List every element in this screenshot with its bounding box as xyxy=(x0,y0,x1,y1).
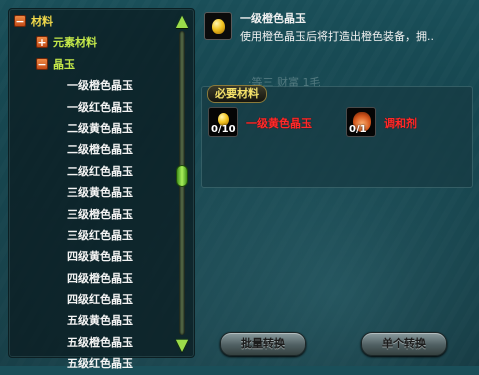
tree-item-leaf[interactable]: 二级橙色晶玉 xyxy=(9,139,174,160)
tree-item-label: 晶玉 xyxy=(53,57,75,71)
tree-item-label: 一级红色晶玉 xyxy=(67,100,133,114)
item-description: 使用橙色晶玉后将打造出橙色装备，拥.. xyxy=(240,30,434,43)
material-slot[interactable]: 0/10 xyxy=(208,107,238,137)
tree-item-leaf[interactable]: 一级橙色晶玉 xyxy=(9,75,174,96)
tree-item-leaf[interactable]: 三级橙色晶玉 xyxy=(9,204,174,225)
batch-convert-button[interactable]: 批量转换 xyxy=(220,332,306,356)
tree-item-leaf[interactable]: 四级黄色晶玉 xyxy=(9,246,174,267)
tree-item-label: 五级红色晶玉 xyxy=(67,357,133,371)
material-slot[interactable]: 0/1 xyxy=(346,107,376,137)
tree-item-leaf[interactable]: 三级红色晶玉 xyxy=(9,225,174,246)
tree-item-leaf[interactable]: 五级橙色晶玉 xyxy=(9,332,174,353)
tree-item-label: 二级红色晶玉 xyxy=(67,164,133,178)
expand-icon[interactable]: + xyxy=(36,36,48,49)
material-count: 0/1 xyxy=(349,124,367,135)
required-materials-title: 必要材料 xyxy=(207,85,267,103)
tree-item-leaf[interactable]: 二级红色晶玉 xyxy=(9,161,174,182)
item-icon-slot xyxy=(204,12,232,40)
tree-item-crystal-jade[interactable]: − 晶玉 xyxy=(9,54,174,75)
tree-item-leaf[interactable]: 五级黄色晶玉 xyxy=(9,310,174,331)
tree-item-materials[interactable]: − 材料 xyxy=(9,11,174,32)
tree-item-label: 一级橙色晶玉 xyxy=(67,79,133,93)
scroll-up-arrow-icon[interactable]: ▲ xyxy=(173,13,191,29)
tree-item-leaf[interactable]: 四级红色晶玉 xyxy=(9,289,174,310)
item-tree-panel: − 材料 + 元素材料 − 晶玉 一级橙色晶玉 一级红色晶玉 二级黄色晶玉 二级… xyxy=(8,8,195,370)
tree-item-label: 材料 xyxy=(31,15,53,28)
tree-item-label: 四级橙色晶玉 xyxy=(67,271,133,285)
orange-gem-icon xyxy=(212,19,225,34)
scroll-thumb[interactable] xyxy=(176,165,188,187)
tree-item-element-materials[interactable]: + 元素材料 xyxy=(9,32,174,53)
tree-item-label: 三级红色晶玉 xyxy=(67,228,133,242)
tree-item-leaf[interactable]: 二级黄色晶玉 xyxy=(9,118,174,139)
tree-item-label: 五级黄色晶玉 xyxy=(67,314,133,328)
collapse-icon[interactable]: − xyxy=(36,57,48,70)
material-name: 一级黄色晶玉 xyxy=(246,117,312,130)
material-name: 调和剂 xyxy=(384,117,417,130)
item-tree: − 材料 + 元素材料 − 晶玉 一级橙色晶玉 一级红色晶玉 二级黄色晶玉 二级… xyxy=(9,11,174,375)
tree-item-label: 元素材料 xyxy=(53,36,97,50)
tree-item-label: 三级黄色晶玉 xyxy=(67,186,133,200)
tree-scrollbar[interactable]: ▲ ▼ xyxy=(173,13,191,353)
item-detail-header: 一级橙色晶玉 使用橙色晶玉后将打造出橙色装备，拥.. xyxy=(200,8,472,48)
tree-item-leaf[interactable]: 三级黄色晶玉 xyxy=(9,182,174,203)
item-name: 一级橙色晶玉 xyxy=(240,12,306,25)
tree-item-label: 五级橙色晶玉 xyxy=(67,335,133,349)
tree-item-label: 四级红色晶玉 xyxy=(67,293,133,307)
tree-item-leaf[interactable]: 五级红色晶玉 xyxy=(9,353,174,374)
tree-item-label: 三级橙色晶玉 xyxy=(67,207,133,221)
material-count: 0/10 xyxy=(211,124,236,135)
tree-item-label: 二级橙色晶玉 xyxy=(67,143,133,157)
scroll-down-arrow-icon[interactable]: ▼ xyxy=(173,337,191,353)
tree-item-leaf[interactable]: 一级红色晶玉 xyxy=(9,97,174,118)
single-convert-button[interactable]: 单个转换 xyxy=(361,332,447,356)
tree-item-leaf[interactable]: 四级橙色晶玉 xyxy=(9,268,174,289)
collapse-icon[interactable]: − xyxy=(14,15,26,27)
tree-item-label: 二级黄色晶玉 xyxy=(67,121,133,135)
tree-item-label: 四级黄色晶玉 xyxy=(67,250,133,264)
